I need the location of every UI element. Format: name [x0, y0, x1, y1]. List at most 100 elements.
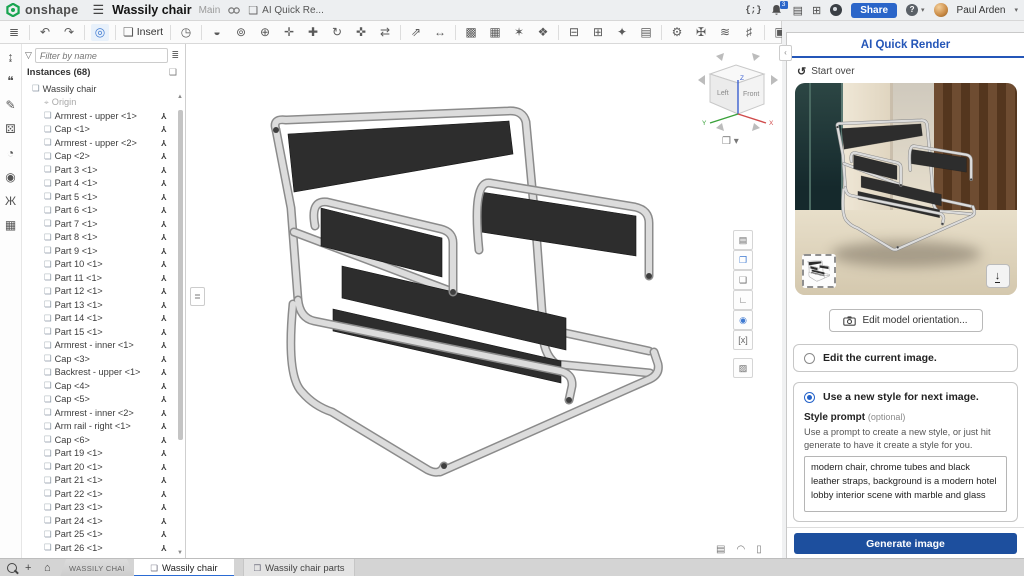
tree-item[interactable]: ❏Cap <4>Y — [22, 379, 175, 393]
select-tool-icon[interactable]: ◎ — [91, 24, 109, 41]
configurations-icon[interactable]: ⚙ — [668, 24, 686, 41]
mate-indicator-icon[interactable]: Y — [161, 475, 167, 485]
radio-edit-current[interactable] — [804, 353, 815, 364]
panel-collapse-handle[interactable]: ‹ — [779, 45, 792, 61]
tree-item[interactable]: ❏Part 20 <1>Y — [22, 460, 175, 474]
model-thumbnail[interactable] — [802, 254, 836, 288]
edit-orientation-button[interactable]: Edit model orientation... — [829, 309, 983, 332]
slider-mate-icon[interactable]: ⇄ — [376, 24, 394, 41]
pattern-icon[interactable]: ▦ — [486, 24, 504, 41]
tree-item[interactable]: ❏Part 13 <1>Y — [22, 298, 175, 312]
mate-indicator-icon[interactable]: Y — [161, 502, 167, 512]
panel-popout-icon[interactable]: ❑ — [169, 67, 177, 78]
edit-current-image-option[interactable]: Edit the current image. — [793, 344, 1018, 372]
display-states-icon[interactable]: ▤ — [637, 24, 655, 41]
linear-pattern-icon[interactable]: ↔ — [431, 24, 449, 41]
mate-connector-icon[interactable]: ⊕ — [256, 24, 274, 41]
tree-item[interactable]: ❏Part 14 <1>Y — [22, 312, 175, 326]
tree-item[interactable]: ❏Part 23 <1>Y — [22, 501, 175, 515]
insert-button[interactable]: ❏Insert — [122, 24, 164, 41]
notes-icon[interactable]: ✎ — [5, 98, 15, 112]
mate-indicator-icon[interactable]: Y — [161, 327, 167, 337]
rotate-icon[interactable]: ↻ — [328, 24, 346, 41]
radio-new-style[interactable] — [804, 392, 815, 403]
mate-indicator-icon[interactable]: Y — [161, 543, 167, 553]
group-icon[interactable]: ⊚ — [232, 24, 250, 41]
user-avatar[interactable] — [934, 3, 948, 17]
tree-item[interactable]: ❏Armrest - upper <1>Y — [22, 109, 175, 123]
rendered-image[interactable]: ↓ — [795, 83, 1017, 295]
bom-icon[interactable]: ⊟ — [565, 24, 583, 41]
tab-wassily-chair[interactable]: ❑ Wassily chair — [134, 559, 234, 576]
configurations-panel-icon[interactable]: ⚄ — [5, 122, 15, 136]
tree-item[interactable]: ❏Part 8 <1>Y — [22, 231, 175, 245]
mate-indicator-icon[interactable]: Y — [161, 421, 167, 431]
feature-panel-icon[interactable]: ▤ — [733, 230, 753, 250]
tab-wassily-chair-parts[interactable]: ❒ Wassily chair parts — [243, 559, 355, 576]
mate-indicator-icon[interactable]: Y — [161, 124, 167, 134]
code-icon[interactable]: {;} — [745, 5, 761, 15]
generate-image-button[interactable]: Generate image — [794, 533, 1017, 554]
mate-indicator-icon[interactable]: Y — [161, 286, 167, 296]
tree-item[interactable]: ❏Part 24 <1>Y — [22, 514, 175, 528]
spreadsheet-icon[interactable]: ▤ — [793, 4, 803, 17]
start-over-button[interactable]: ↺ Start over — [797, 65, 1024, 78]
tree-origin-row[interactable]: ⌖ Origin — [22, 96, 175, 110]
panel-slide-handle[interactable]: ≣ — [190, 287, 205, 306]
planar-mate-icon[interactable]: ✜ — [352, 24, 370, 41]
frame-icon[interactable]: ♯ — [740, 24, 758, 41]
onshape-wordmark[interactable]: onshape — [25, 3, 79, 17]
tree-item[interactable]: ❏Part 6 <1>Y — [22, 204, 175, 218]
notifications-bell-icon[interactable]: 3 — [771, 3, 784, 17]
versions-icon[interactable]: ◔ — [7, 146, 14, 160]
print-icon[interactable]: ▯ — [756, 544, 762, 555]
web-view-icon[interactable]: ◉ — [733, 310, 753, 330]
tree-item[interactable]: ❏Part 7 <1>Y — [22, 217, 175, 231]
feature-list-icon[interactable]: ≣ — [5, 24, 23, 41]
tree-item[interactable]: ❏Cap <2>Y — [22, 150, 175, 164]
camera-icon[interactable]: ◠ — [736, 544, 745, 555]
list-options-icon[interactable]: ≣ — [171, 50, 179, 61]
help-icon[interactable]: ? — [906, 4, 918, 16]
history-icon[interactable]: ◷ — [177, 24, 195, 41]
tree-item[interactable]: ❏Cap <5>Y — [22, 393, 175, 407]
tree-item[interactable]: ❏Armrest - upper <2>Y — [22, 136, 175, 150]
tree-item[interactable]: ❏Arm rail - right <1>Y — [22, 420, 175, 434]
mate-indicator-icon[interactable]: Y — [161, 151, 167, 161]
view-cube[interactable]: Left Front Z Y X — [694, 50, 782, 142]
paste-state-icon[interactable]: ❑ — [733, 270, 753, 290]
snap-mode-icon[interactable]: ✛ — [280, 24, 298, 41]
mate-indicator-icon[interactable]: Y — [161, 489, 167, 499]
tree-item[interactable]: ❏Part 12 <1>Y — [22, 285, 175, 299]
tree-item[interactable]: ❏Cap <3>Y — [22, 352, 175, 366]
view-options-menu[interactable]: ❒ ▾ — [722, 136, 739, 147]
snapshot-icon[interactable]: ✦ — [613, 24, 631, 41]
user-name[interactable]: Paul Arden — [957, 5, 1006, 16]
mate-indicator-icon[interactable]: Y — [161, 219, 167, 229]
tree-item[interactable]: ❏Part 15 <1>Y — [22, 325, 175, 339]
mate-indicator-icon[interactable]: Y — [161, 273, 167, 283]
mate-indicator-icon[interactable]: Y — [161, 516, 167, 526]
mate-indicator-icon[interactable]: Y — [161, 340, 167, 350]
tree-item[interactable]: ❏Cap <1>Y — [22, 123, 175, 137]
mate-indicator-icon[interactable]: Y — [161, 408, 167, 418]
user-caret-icon[interactable]: ▾ — [1014, 6, 1018, 14]
tree-item[interactable]: ❏Part 3 <1>Y — [22, 163, 175, 177]
mate-indicator-icon[interactable]: Y — [161, 381, 167, 391]
tree-item[interactable]: ❏Armrest - inner <1>Y — [22, 339, 175, 353]
app-store-icon[interactable]: ⊞ — [812, 4, 821, 17]
mate-indicator-icon[interactable]: Y — [161, 529, 167, 539]
tree-root-row[interactable]: ❑ Wassily chair — [22, 82, 175, 96]
comments-icon[interactable]: ❝ — [7, 74, 13, 88]
mate-indicator-icon[interactable]: Y — [161, 313, 167, 323]
copy-state-icon[interactable]: ❐ — [733, 250, 753, 270]
mate-indicator-icon[interactable]: Y — [161, 259, 167, 269]
tree-item[interactable]: ❏Backrest - upper <1>Y — [22, 366, 175, 380]
mate-indicator-icon[interactable]: Y — [161, 165, 167, 175]
transform-icon[interactable]: ⇗ — [407, 24, 425, 41]
fastener-icon[interactable]: ✠ — [692, 24, 710, 41]
move-icon[interactable]: ✚ — [304, 24, 322, 41]
explode-icon[interactable]: ❖ — [534, 24, 552, 41]
home-tab-icon[interactable]: ⌂ — [44, 559, 51, 576]
export-icon[interactable]: ▤ — [716, 544, 725, 555]
